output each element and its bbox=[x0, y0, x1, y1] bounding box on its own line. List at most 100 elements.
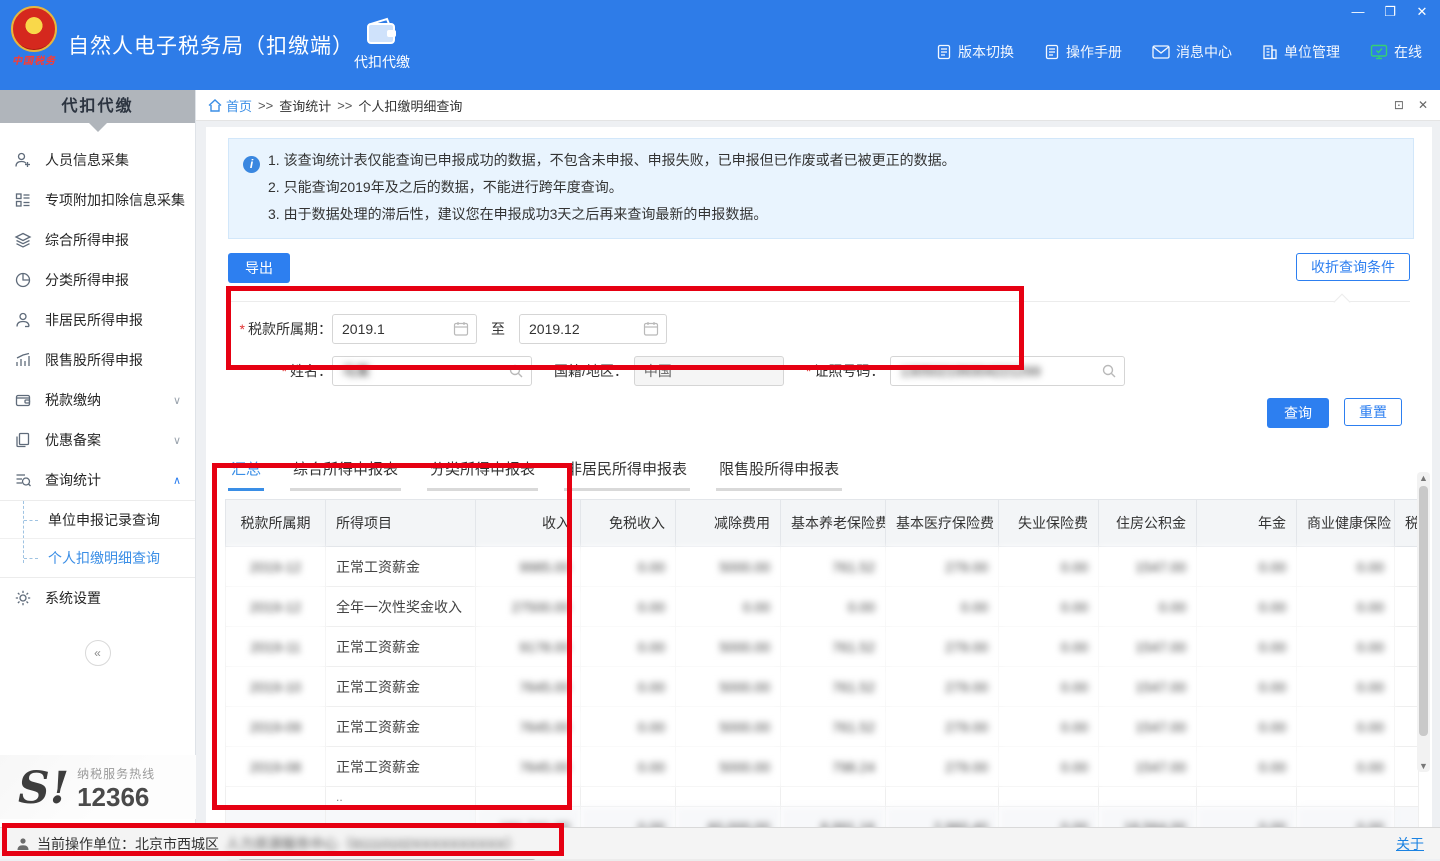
cell: 0.00 bbox=[1297, 627, 1395, 667]
sidebar-item-5[interactable]: 非居民所得申报 bbox=[0, 300, 195, 340]
cell: 279.00 bbox=[886, 627, 999, 667]
reset-button[interactable]: 重置 bbox=[1344, 398, 1402, 426]
cell bbox=[581, 787, 676, 807]
calendar-icon[interactable] bbox=[643, 321, 659, 337]
cell bbox=[886, 787, 999, 807]
search-icon[interactable] bbox=[1101, 363, 1117, 379]
table-row[interactable]: 2019-12正常工资薪金9985.000.005000.00761.52279… bbox=[226, 547, 1419, 587]
restore-icon[interactable]: ❐ bbox=[1382, 4, 1398, 20]
tab-4[interactable]: 非居民所得申报表 bbox=[564, 458, 690, 491]
table-row[interactable]: 2019-10正常工资薪金7645.000.005000.00761.52279… bbox=[226, 667, 1419, 707]
breadcrumb-home[interactable]: 首页 bbox=[208, 96, 252, 115]
appmenu-item-2[interactable]: 操作手册 bbox=[1044, 42, 1122, 62]
copy-icon bbox=[14, 431, 32, 449]
chevron-down-icon: ∨ bbox=[173, 394, 181, 407]
result-table-wrap: 税款所属期所得项目收入免税收入减除费用基本养老保险费基本医疗保险费失业保险费住房… bbox=[225, 499, 1418, 847]
current-unit-label: 当前操作单位：北京市西城区 bbox=[37, 834, 219, 854]
sidebar-item-8[interactable]: 优惠备案∨ bbox=[0, 420, 195, 460]
id-label: 证照号码： bbox=[806, 361, 884, 381]
cell: 0.00 bbox=[1099, 587, 1197, 627]
vscroll-thumb[interactable] bbox=[1419, 486, 1428, 736]
cell: 0.00 bbox=[1197, 627, 1297, 667]
cell: 2019-12 bbox=[226, 547, 326, 587]
hotline-block: S! 纳税服务热线 12366 bbox=[0, 755, 196, 819]
sidebar-item-4[interactable]: 分类所得申报 bbox=[0, 260, 195, 300]
cell: 正常工资薪金 bbox=[326, 547, 476, 587]
cell: .. bbox=[326, 787, 476, 807]
query-button[interactable]: 查询 bbox=[1267, 398, 1329, 428]
scroll-up-icon[interactable]: ▲ bbox=[1417, 473, 1430, 483]
cell: 798.24 bbox=[781, 747, 886, 787]
gear-icon bbox=[14, 589, 32, 607]
sidebar-item-3[interactable]: 综合所得申报 bbox=[0, 220, 195, 260]
cell: 279.00 bbox=[886, 707, 999, 747]
cell: 5000.00 bbox=[676, 747, 781, 787]
sidebar-menu: 人员信息采集专项附加扣除信息采集综合所得申报分类所得申报非居民所得申报限售股所得… bbox=[0, 140, 195, 618]
search-icon[interactable] bbox=[508, 363, 524, 379]
column-header-4: 免税收入 bbox=[581, 500, 676, 547]
app-header: — ❐ ✕ 中国税务 自然人电子税务局（扣缴端） 代扣代缴 版本切换操作手册消息… bbox=[0, 0, 1440, 90]
sidebar-item-91[interactable]: 系统设置 bbox=[0, 578, 195, 618]
minimize-icon[interactable]: — bbox=[1350, 4, 1366, 20]
cell: 0.00 bbox=[581, 707, 676, 747]
calendar-icon[interactable] bbox=[453, 321, 469, 337]
close-icon[interactable]: ✕ bbox=[1414, 4, 1430, 20]
cell: 正常工资薪金 bbox=[326, 627, 476, 667]
table-row[interactable]: 2019-12全年一次性奖金收入27500.000.000.000.000.00… bbox=[226, 587, 1419, 627]
sidebar-collapse-button[interactable]: « bbox=[85, 640, 111, 666]
table-row[interactable]: 2019-11正常工资薪金9178.000.005000.00761.52279… bbox=[226, 627, 1419, 667]
appmenu-item-4[interactable]: 单位管理 bbox=[1262, 42, 1340, 62]
sidebar-item-1[interactable]: 人员信息采集 bbox=[0, 140, 195, 180]
cell bbox=[1197, 787, 1297, 807]
sidebar-subitem-1[interactable]: 单位申报记录查询 bbox=[0, 501, 195, 539]
panel-restore-icon[interactable]: ⊡ bbox=[1394, 98, 1404, 112]
period-to-input[interactable] bbox=[519, 314, 667, 344]
cell: 0.00 bbox=[581, 587, 676, 627]
appmenu-item-5[interactable]: 在线 bbox=[1370, 42, 1422, 62]
cell: 761.52 bbox=[781, 547, 886, 587]
module-tab-daikoudaijiao[interactable]: 代扣代缴 bbox=[352, 16, 412, 72]
tab-5[interactable]: 限售股所得申报表 bbox=[716, 458, 842, 491]
sidebar-subitem-2[interactable]: 个人扣缴明细查询 bbox=[0, 539, 195, 577]
table-row[interactable]: 2019-09正常工资薪金7645.000.005000.00761.52279… bbox=[226, 707, 1419, 747]
breadcrumb-node-1[interactable]: 查询统计 bbox=[279, 96, 331, 115]
info-icon: i bbox=[243, 156, 260, 173]
id-number-input[interactable] bbox=[890, 356, 1125, 386]
cell bbox=[1395, 547, 1419, 587]
vertical-scrollbar[interactable]: ▲ ▼ bbox=[1417, 472, 1430, 772]
sidebar-item-9[interactable]: 查询统计∧ bbox=[0, 460, 195, 500]
sidebar-item-6[interactable]: 限售股所得申报 bbox=[0, 340, 195, 380]
result-tabs: 汇总综合所得申报表分类所得申报表非居民所得申报表限售股所得申报表 bbox=[228, 458, 1410, 491]
tab-3[interactable]: 分类所得申报表 bbox=[427, 458, 538, 491]
module-tab-label: 代扣代缴 bbox=[352, 52, 412, 72]
search-list-icon bbox=[14, 471, 32, 489]
cell: 全年一次性奖金收入 bbox=[326, 587, 476, 627]
scroll-down-icon[interactable]: ▼ bbox=[1417, 761, 1430, 771]
name-input[interactable] bbox=[332, 356, 532, 386]
table-row[interactable]: 2019-08正常工资薪金7645.000.005000.00798.24279… bbox=[226, 747, 1419, 787]
cell: 正常工资薪金 bbox=[326, 667, 476, 707]
collapse-query-button[interactable]: 收折查询条件 bbox=[1296, 253, 1410, 281]
period-from-input[interactable] bbox=[332, 314, 477, 344]
column-header-2: 所得项目 bbox=[326, 500, 476, 547]
hotline-caption: 纳税服务热线 bbox=[77, 765, 155, 782]
cell: 1547.00 bbox=[1099, 667, 1197, 707]
breadcrumb-separator: >> bbox=[337, 98, 352, 113]
about-link[interactable]: 关于 bbox=[1396, 834, 1424, 854]
cell bbox=[1395, 747, 1419, 787]
sidebar-item-7[interactable]: 税款缴纳∨ bbox=[0, 380, 195, 420]
cell bbox=[1395, 707, 1419, 747]
tab-1[interactable]: 汇总 bbox=[228, 458, 264, 491]
appmenu-item-3[interactable]: 消息中心 bbox=[1152, 42, 1232, 62]
pie-chart-icon bbox=[14, 271, 32, 289]
panel-close-icon[interactable]: ✕ bbox=[1418, 98, 1428, 112]
table-body: 2019-12正常工资薪金9985.000.005000.00761.52279… bbox=[226, 547, 1419, 847]
tab-2[interactable]: 综合所得申报表 bbox=[290, 458, 401, 491]
cell: 0.00 bbox=[581, 627, 676, 667]
sidebar-item-2[interactable]: 专项附加扣除信息采集 bbox=[0, 180, 195, 220]
appmenu-item-1[interactable]: 版本切换 bbox=[936, 42, 1014, 62]
table-row[interactable]: .. bbox=[226, 787, 1419, 807]
content-panel: i1. 该查询统计表仅能查询已申报成功的数据，不包含未申报、申报失败，已申报但已… bbox=[206, 127, 1432, 827]
cell: 0.00 bbox=[999, 707, 1099, 747]
export-button[interactable]: 导出 bbox=[228, 253, 290, 283]
